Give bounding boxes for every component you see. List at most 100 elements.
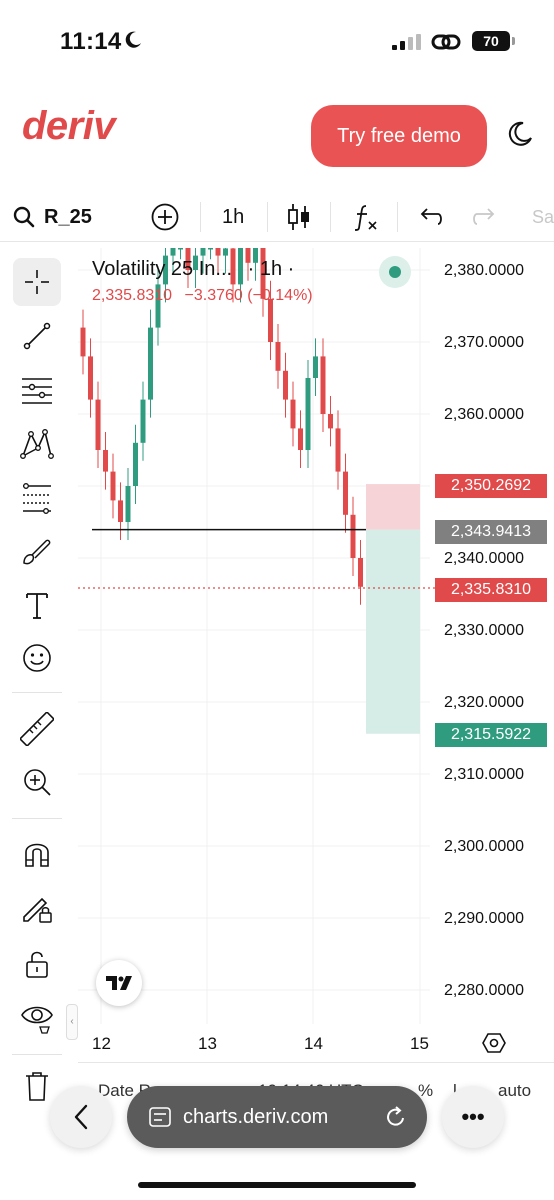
candle-body	[148, 327, 153, 400]
prediction-tool[interactable]	[13, 474, 61, 522]
text-tool[interactable]	[13, 582, 61, 630]
measure-tool[interactable]	[13, 705, 61, 753]
pattern-tool[interactable]	[13, 420, 61, 468]
eye-icon	[21, 1006, 53, 1034]
stop-loss-zone	[366, 484, 420, 530]
zoom-in-icon	[24, 769, 51, 796]
candle-body	[305, 378, 311, 450]
more-options-button[interactable]: •••	[442, 1086, 504, 1148]
trash-icon	[26, 1072, 48, 1101]
stop-loss-price-tag: 2,350.2692	[435, 474, 547, 498]
date-axis-label: 15	[410, 1034, 429, 1053]
indicators-button[interactable]	[352, 192, 380, 242]
tools-divider	[12, 692, 62, 693]
undo-button[interactable]	[418, 192, 444, 242]
auto-scale-toggle[interactable]: auto	[498, 1081, 531, 1101]
pattern-icon	[20, 429, 54, 459]
tradingview-logo[interactable]	[96, 960, 142, 1006]
compare-button[interactable]	[150, 192, 180, 242]
emoji-tool[interactable]	[13, 634, 61, 682]
legend-symbol: Volatility 25 In...	[92, 258, 233, 280]
interval-button[interactable]: 1h	[222, 192, 244, 242]
tools-divider	[12, 1054, 62, 1055]
legend-title: Volatility 25 In... · 1h ·	[92, 258, 392, 281]
moon-icon	[125, 31, 141, 48]
address-bar[interactable]: charts.deriv.com	[127, 1086, 427, 1148]
visibility-tool[interactable]	[13, 994, 61, 1042]
candle-body	[118, 500, 123, 522]
unlock-icon	[26, 951, 48, 978]
candle-body	[290, 399, 296, 429]
chart-type-button[interactable]	[286, 192, 312, 242]
take-profit-price-tag: 2,315.5922	[435, 723, 547, 747]
price-axis-label: 2,380.0000	[444, 262, 525, 279]
symbol-search[interactable]: R_25	[12, 192, 92, 242]
status-time: 11:14	[60, 28, 122, 55]
settings-icon[interactable]	[482, 1031, 506, 1055]
candle-body	[95, 399, 101, 450]
toolbar-divider	[267, 202, 268, 232]
undo-icon	[420, 208, 442, 225]
candle-body	[335, 428, 341, 472]
candlestick-icon	[288, 204, 309, 230]
battery-icon: 70	[472, 31, 510, 51]
chart-toolbar: R_25 1h Sa	[0, 192, 554, 242]
deriv-logo[interactable]: deriv	[22, 104, 116, 149]
brush-tool[interactable]	[13, 528, 61, 576]
ruler-icon	[20, 712, 54, 746]
moon-icon[interactable]	[506, 120, 534, 148]
crosshair-icon	[25, 270, 49, 294]
candle-body	[283, 370, 288, 400]
horizontal-lines-icon	[22, 378, 52, 404]
date-axis-label: 13	[198, 1034, 217, 1053]
price-axis-label: 2,310.0000	[444, 766, 525, 783]
candle-body	[125, 486, 131, 522]
add-circle-icon	[151, 203, 179, 231]
redo-icon	[473, 208, 495, 225]
function-icon	[354, 205, 377, 231]
save-label: Sa	[532, 206, 554, 227]
chart-legend[interactable]: Volatility 25 In... · 1h · 2,335.8310 −3…	[92, 258, 392, 305]
trend-line-tool[interactable]	[13, 312, 61, 360]
tools-divider	[12, 818, 62, 819]
candle-body	[328, 414, 333, 429]
zoom-tool[interactable]	[13, 758, 61, 806]
url-text: charts.deriv.com	[183, 1105, 329, 1128]
battery-tip	[512, 37, 515, 45]
price-axis-label: 2,370.0000	[444, 334, 525, 351]
candle-body	[298, 428, 303, 450]
candle-body	[178, 248, 183, 250]
price-axis-label: 2,300.0000	[444, 838, 525, 855]
ellipsis-icon: •••	[461, 1104, 485, 1129]
search-icon	[13, 206, 35, 228]
back-button[interactable]	[50, 1086, 112, 1148]
toolbar-divider	[200, 202, 201, 232]
price-axis-label: 2,290.0000	[444, 910, 525, 927]
candle-body	[200, 248, 206, 256]
take-profit-zone	[366, 529, 420, 734]
candle-body	[223, 248, 228, 256]
price-chart[interactable]	[78, 248, 554, 1060]
current-price-tag: 2,335.8310	[435, 578, 547, 602]
price-axis-label: 2,330.0000	[444, 622, 525, 639]
save-button[interactable]: Sa	[532, 192, 554, 242]
unlock-tool[interactable]	[13, 940, 61, 988]
collapse-toolbar-handle[interactable]: ‹	[66, 1004, 78, 1040]
candle-body	[208, 248, 213, 250]
try-free-demo-button[interactable]: Try free demo	[311, 105, 487, 167]
candle-body	[350, 514, 356, 558]
link-icon	[431, 34, 461, 50]
price-axis-label: 2,340.0000	[444, 550, 525, 567]
legend-price: 2,335.8310	[92, 287, 173, 304]
crosshair-tool[interactable]	[13, 258, 61, 306]
trend-line-icon	[23, 322, 51, 350]
magnet-tool[interactable]	[13, 830, 61, 878]
drawing-toolbar	[0, 248, 72, 1108]
lines-tool[interactable]	[13, 366, 61, 414]
smiley-icon	[23, 644, 51, 672]
reload-icon[interactable]	[385, 1105, 407, 1129]
market-status-dot[interactable]	[379, 256, 411, 288]
price-axis-label: 2,320.0000	[444, 694, 525, 711]
redo-button[interactable]	[471, 192, 497, 242]
lock-drawings-tool[interactable]	[13, 884, 61, 932]
